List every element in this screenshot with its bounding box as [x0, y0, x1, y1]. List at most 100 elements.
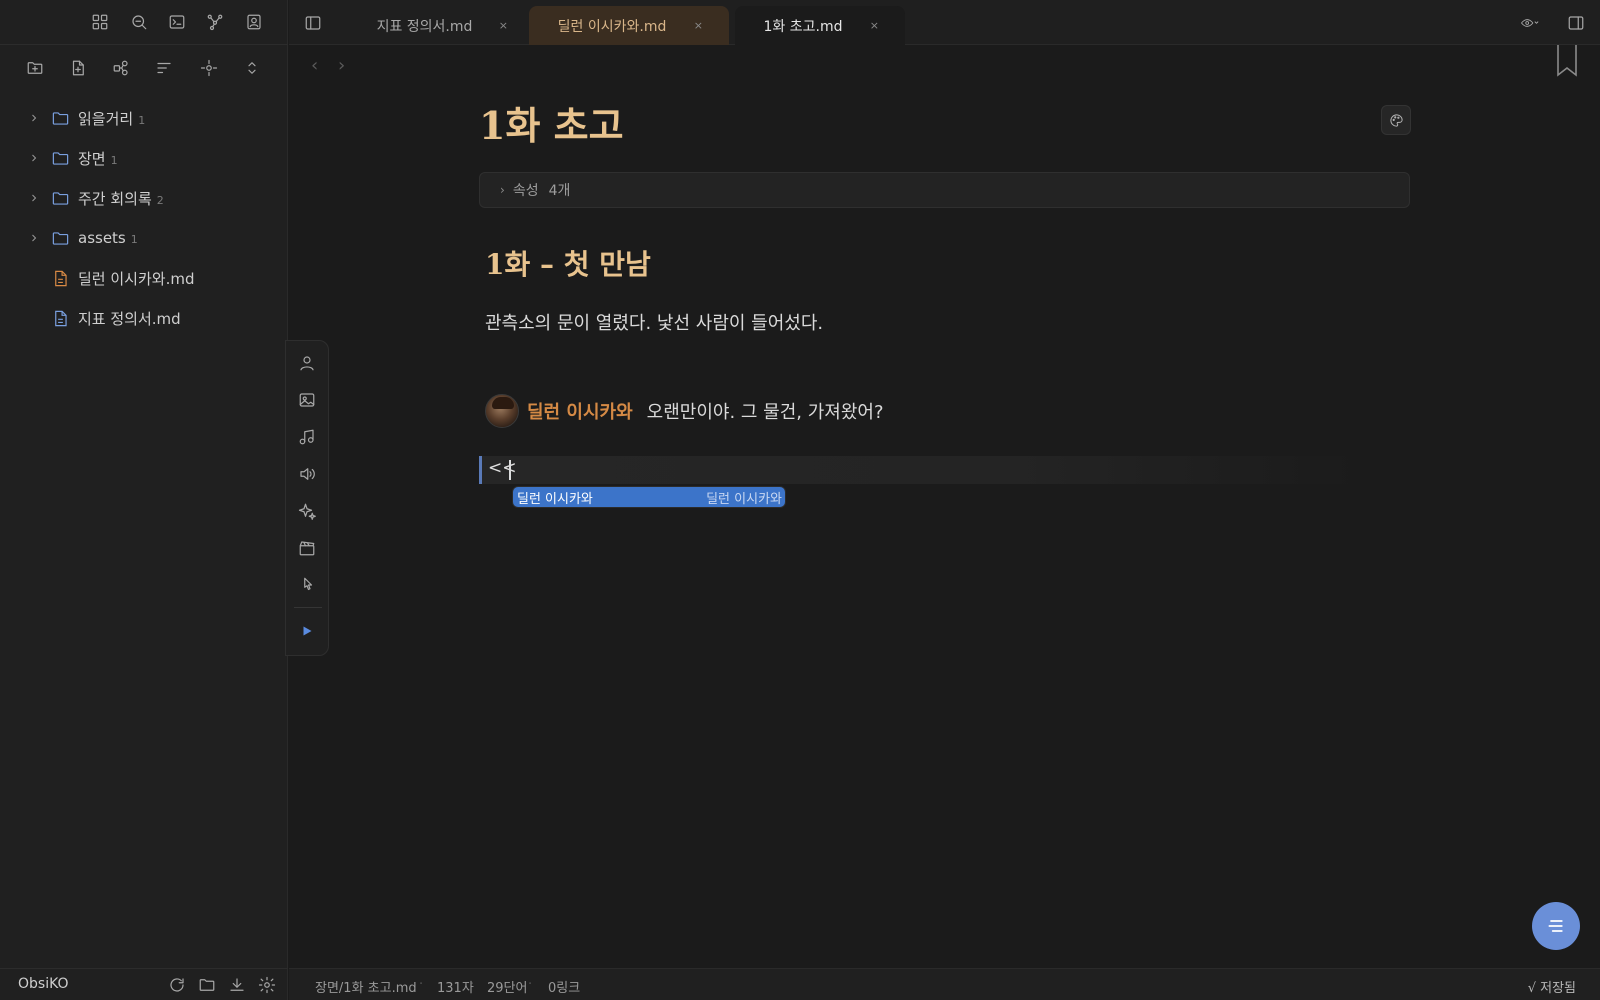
item-count: 1 [138, 113, 146, 127]
sort-icon[interactable] [153, 57, 175, 79]
expand-collapse-icon[interactable] [241, 57, 263, 79]
speaker-name[interactable]: 딜런 이시카와 [527, 398, 633, 424]
back-arrow-icon[interactable]: ‹ [311, 55, 318, 76]
tab-label: 1화 초고.md [763, 18, 843, 35]
graph-icon[interactable] [204, 11, 226, 33]
folder-label: 장면 1 [78, 149, 118, 168]
dialogue-line[interactable]: 딜런 이시카와 오랜만이야. 그 물건, 가져왔어? [485, 393, 884, 429]
dialogue-text: 오랜만이야. 그 물건, 가져왔어? [646, 402, 884, 423]
editor-pane: ‹ › 1화 초고 › 속성 4개 1화 – 첫 만남 관측소의 문이 열렸다.… [285, 45, 1600, 968]
contact-icon[interactable] [243, 11, 265, 33]
avatar [485, 394, 519, 428]
autocomplete-popup: 딜런 이시카와 딜런 이시카와 [512, 486, 786, 508]
vault-bar: ObsiKO [0, 968, 288, 1000]
tab-episode-1-draft[interactable]: 1화 초고.md × [735, 6, 905, 45]
chevron-right-icon[interactable] [27, 191, 41, 205]
typed-text: << [488, 458, 517, 478]
chevron-right-icon[interactable] [27, 111, 41, 125]
person-icon[interactable] [296, 352, 318, 374]
locate-icon[interactable] [198, 57, 220, 79]
folder-label: 주간 회의록 2 [78, 189, 164, 208]
separator-dot: · [528, 977, 533, 992]
right-sidebar-toggle-icon[interactable] [1565, 12, 1587, 34]
download-icon[interactable] [227, 975, 247, 995]
clapperboard-icon[interactable] [296, 537, 318, 559]
chevron-right-icon[interactable] [27, 231, 41, 245]
terminal-icon[interactable] [166, 11, 188, 33]
item-count: 2 [156, 193, 164, 207]
vault-name[interactable]: ObsiKO [18, 976, 69, 992]
sidebar-toggle-icon[interactable] [302, 12, 324, 34]
forward-arrow-icon[interactable]: › [338, 55, 345, 76]
folder-icon [50, 188, 70, 208]
file-item[interactable]: 딜런 이시카와.md [0, 258, 288, 298]
file-text-icon [50, 268, 70, 288]
image-icon[interactable] [296, 389, 318, 411]
tab-bar: 지표 정의서.md × 딜런 이시카와.md × 1화 초고.md × [289, 0, 1600, 45]
tab-label: 지표 정의서.md [376, 18, 473, 35]
tab-dylan-ishikawa[interactable]: 딜런 이시카와.md × [529, 6, 729, 45]
page-title[interactable]: 1화 초고 [479, 95, 624, 150]
folder-open-icon[interactable] [197, 975, 217, 995]
bookmark-icon[interactable] [1556, 45, 1578, 77]
menu-lines-icon [1548, 920, 1563, 932]
layout-grid-icon[interactable] [89, 11, 111, 33]
canvas-icon[interactable] [110, 57, 132, 79]
folder-label: assets 1 [78, 229, 138, 247]
tab-metrics-spec[interactable]: 지표 정의서.md × [349, 6, 534, 45]
folder-item[interactable]: 읽을거리 1 [0, 98, 288, 138]
search-icon[interactable] [128, 11, 150, 33]
file-text-icon [50, 308, 70, 328]
new-folder-icon[interactable] [24, 57, 46, 79]
settings-gear-icon[interactable] [257, 975, 277, 995]
suggestion-label: 딜런 이시카와 [517, 491, 593, 507]
paragraph[interactable]: 관측소의 문이 열렸다. 낯선 사람이 들어섰다. [485, 309, 823, 335]
file-label: 지표 정의서.md [78, 309, 181, 328]
properties-label: 속성 [512, 183, 539, 199]
file-item[interactable]: 지표 정의서.md [0, 298, 288, 338]
suggestion-detail: 딜런 이시카와 [706, 491, 782, 507]
toolbar-divider [294, 607, 322, 608]
text-caret [509, 460, 511, 480]
volume-icon[interactable] [296, 463, 318, 485]
folder-icon [50, 228, 70, 248]
app-window: 읽을거리1 장면1 주간 회의록2 assets1 딜런 이시카와.md [0, 0, 1600, 1000]
block-toolbar [285, 340, 329, 656]
status-char-count: 131자 [437, 981, 474, 996]
left-sidebar: 읽을거리1 장면1 주간 회의록2 assets1 딜런 이시카와.md [0, 0, 288, 1000]
music-icon[interactable] [296, 426, 318, 448]
outline-button[interactable] [1532, 902, 1580, 950]
file-label: 딜런 이시카와.md [78, 269, 195, 288]
new-file-icon[interactable] [67, 57, 89, 79]
folder-label: 읽을거리 1 [78, 109, 146, 128]
save-status: √ 저장됨 [1527, 981, 1576, 996]
close-icon[interactable]: × [870, 19, 879, 32]
chevron-right-icon[interactable] [27, 151, 41, 165]
refresh-icon[interactable] [167, 975, 187, 995]
heading-1[interactable]: 1화 – 첫 만남 [485, 243, 651, 283]
folder-item[interactable]: 주간 회의록 2 [0, 178, 288, 218]
file-tree: 읽을거리1 장면1 주간 회의록2 assets1 딜런 이시카와.md [0, 98, 288, 338]
chevron-right-icon[interactable]: › [500, 183, 505, 197]
item-count: 1 [110, 153, 118, 167]
cursor-click-icon[interactable] [296, 574, 318, 596]
tab-label: 딜런 이시카와.md [557, 18, 667, 35]
reading-view-icon[interactable] [1512, 12, 1548, 34]
folder-icon [50, 148, 70, 168]
close-icon[interactable]: × [499, 19, 508, 32]
sparkles-icon[interactable] [296, 500, 318, 522]
folder-icon [50, 108, 70, 128]
properties-panel[interactable]: › 속성 4개 [479, 172, 1410, 208]
ribbon [0, 0, 288, 45]
status-word-count: 29단어 [487, 981, 528, 996]
palette-icon[interactable] [1381, 105, 1411, 135]
status-bar: 장면/1화 초고.md · 131자 · 29단어 · 0링크 √ 저장됨 [289, 968, 1600, 1000]
history-nav: ‹ › [311, 55, 359, 76]
status-file-path[interactable]: 장면/1화 초고.md [315, 977, 417, 996]
suggestion-item[interactable]: 딜런 이시카와 딜런 이시카와 [513, 487, 785, 507]
folder-item[interactable]: 장면 1 [0, 138, 288, 178]
play-icon[interactable] [296, 620, 318, 642]
folder-item[interactable]: assets 1 [0, 218, 288, 258]
close-icon[interactable]: × [694, 19, 703, 32]
active-edit-line[interactable]: << [479, 456, 1359, 484]
